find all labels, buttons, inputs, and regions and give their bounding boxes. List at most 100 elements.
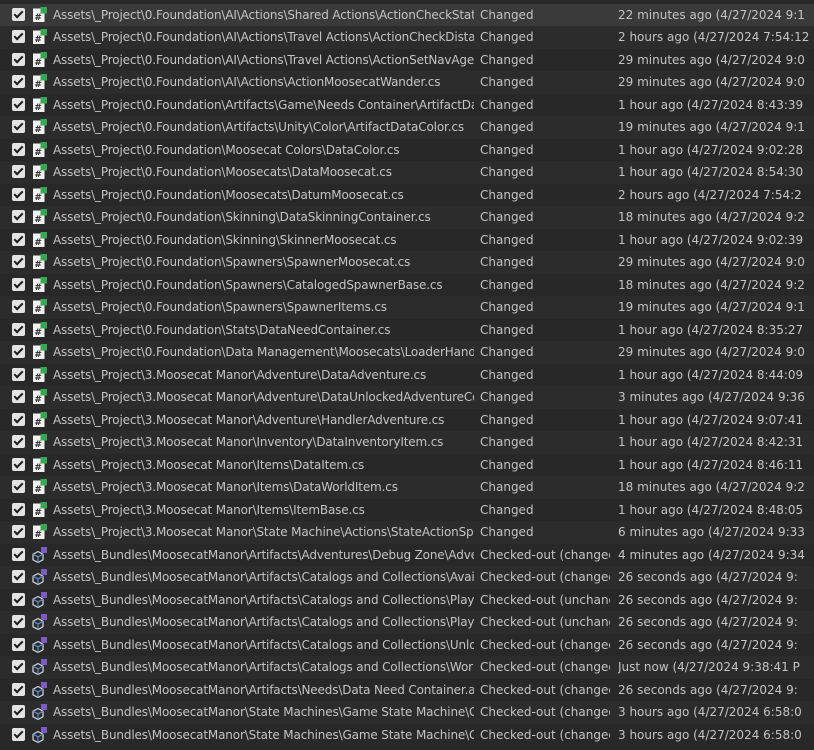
svg-text:#: # xyxy=(34,305,42,315)
include-checkbox[interactable] xyxy=(12,7,25,21)
file-path: Assets\_Project\0.Foundation\AI\Actions\… xyxy=(53,52,474,67)
change-row[interactable]: Assets\_Bundles\MoosecatManor\State Mach… xyxy=(0,724,814,747)
change-row[interactable]: # Assets\_Project\3.Moosecat Manor\Advent… xyxy=(0,364,814,387)
script-icon-graphic: # xyxy=(33,411,47,428)
change-row[interactable]: # Assets\_Project\3.Moosecat Manor\Invent… xyxy=(0,431,814,454)
include-checkbox[interactable] xyxy=(12,390,25,403)
svg-text:#: # xyxy=(34,283,42,293)
include-checkbox[interactable] xyxy=(12,570,25,583)
change-row[interactable]: # Assets\_Project\0.Foundation\Stats\Data… xyxy=(0,319,814,342)
script-icon: # xyxy=(31,434,47,450)
change-row[interactable]: # Assets\_Project\0.Foundation\Spawners\C… xyxy=(0,274,814,297)
change-row[interactable]: # Assets\_Project\3.Moosecat Manor\State … xyxy=(0,521,814,544)
script-icon: # xyxy=(31,366,47,383)
change-row[interactable]: # Assets\_Project\0.Foundation\Spawners\S… xyxy=(0,251,814,274)
include-checkbox[interactable] xyxy=(12,52,25,66)
asset-icon xyxy=(31,704,47,720)
include-checkbox[interactable] xyxy=(12,435,25,448)
change-row[interactable]: # Assets\_Project\3.Moosecat Manor\Items\… xyxy=(0,476,814,499)
change-row[interactable]: # Assets\_Project\0.Foundation\AI\Actions… xyxy=(0,3,814,26)
file-path: Assets\_Bundles\MoosecatManor\Artifacts\… xyxy=(53,570,474,584)
change-row[interactable]: Assets\_Bundles\MoosecatManor\Artifacts\… xyxy=(0,679,814,702)
date-modified: 1 hour ago (4/27/2024 8:35:27 xyxy=(618,322,804,337)
change-row[interactable]: # Assets\_Project\0.Foundation\Skinning\D… xyxy=(0,206,814,229)
script-icon-graphic: # xyxy=(33,276,47,293)
file-path: Assets\_Project\0.Foundation\AI\Actions\… xyxy=(53,30,474,44)
include-checkbox[interactable] xyxy=(12,367,25,381)
include-checkbox[interactable] xyxy=(12,232,25,246)
change-row[interactable]: # Assets\_Project\0.Foundation\AI\Actions… xyxy=(0,71,814,94)
include-checkbox[interactable] xyxy=(12,75,25,88)
script-icon-graphic: # xyxy=(33,434,47,450)
change-row[interactable]: # Assets\_Project\0.Foundation\Spawners\S… xyxy=(0,296,814,319)
svg-text:#: # xyxy=(34,440,42,450)
change-row[interactable]: Assets\_Bundles\MoosecatManor\Artifacts\… xyxy=(0,656,814,679)
include-checkbox[interactable] xyxy=(12,705,25,718)
include-checkbox[interactable] xyxy=(12,300,25,313)
change-row[interactable]: # Assets\_Project\0.Foundation\Moosecats\… xyxy=(0,161,814,184)
include-checkbox[interactable] xyxy=(12,480,25,493)
file-path: Assets\_Project\0.Foundation\Skinning\Sk… xyxy=(53,232,397,247)
change-row[interactable]: # Assets\_Project\0.Foundation\Artifacts\… xyxy=(0,116,814,139)
change-status: Checked-out (changed) xyxy=(480,637,610,652)
include-checkbox[interactable] xyxy=(12,120,25,133)
include-checkbox[interactable] xyxy=(12,660,25,673)
change-row[interactable]: # Assets\_Project\3.Moosecat Manor\Items\… xyxy=(0,454,814,477)
asset-icon-graphic xyxy=(32,636,47,653)
include-checkbox[interactable] xyxy=(12,97,25,111)
asset-icon xyxy=(31,546,47,563)
svg-text:#: # xyxy=(34,148,42,158)
include-checkbox[interactable] xyxy=(12,187,25,201)
include-checkbox[interactable] xyxy=(12,525,25,538)
change-row[interactable]: # Assets\_Project\0.Foundation\Moosecats\… xyxy=(0,184,814,207)
include-checkbox[interactable] xyxy=(12,30,25,43)
date-modified: 1 hour ago (4/27/2024 8:54:30 xyxy=(618,165,804,179)
include-checkbox[interactable] xyxy=(12,592,25,606)
change-row[interactable]: # Assets\_Project\0.Foundation\Data Manag… xyxy=(0,341,814,364)
include-checkbox[interactable] xyxy=(12,277,25,291)
date-modified: 18 minutes ago (4/27/2024 9:2 xyxy=(618,277,805,292)
script-icon: # xyxy=(31,389,47,405)
asset-icon xyxy=(31,681,47,698)
change-status: Checked-out (unchange xyxy=(480,615,610,629)
include-checkbox[interactable] xyxy=(12,615,25,628)
date-modified: 4 minutes ago (4/27/2024 9:34 xyxy=(618,547,805,562)
change-row[interactable]: Assets\_Bundles\MoosecatManor\Artifacts\… xyxy=(0,566,814,589)
pending-changes-list[interactable]: # Assets\_Project\0.Foundation\AI\Actions… xyxy=(0,0,814,750)
change-row[interactable]: Assets\_Bundles\MoosecatManor\State Mach… xyxy=(0,701,814,724)
change-row[interactable]: Assets\_Bundles\MoosecatManor\Artifacts\… xyxy=(0,634,814,657)
include-checkbox[interactable] xyxy=(12,637,25,651)
change-row[interactable]: Assets\_Bundles\MoosecatManor\Artifacts\… xyxy=(0,544,814,567)
script-icon-graphic: # xyxy=(33,209,47,225)
script-icon: # xyxy=(31,299,47,315)
include-checkbox[interactable] xyxy=(12,727,25,741)
svg-text:#: # xyxy=(34,215,42,225)
change-row[interactable]: # Assets\_Project\0.Foundation\AI\Actions… xyxy=(0,26,814,49)
include-checkbox[interactable] xyxy=(12,255,25,268)
file-path: Assets\_Project\0.Foundation\Artifacts\G… xyxy=(53,97,474,112)
include-checkbox[interactable] xyxy=(12,322,25,336)
include-checkbox[interactable] xyxy=(12,142,25,156)
change-row[interactable]: Assets\_Bundles\MoosecatManor\Artifacts\… xyxy=(0,589,814,612)
date-modified: 6 minutes ago (4/27/2024 9:33 xyxy=(618,525,805,539)
include-checkbox[interactable] xyxy=(12,412,25,426)
change-row[interactable]: # Assets\_Project\0.Foundation\Artifacts\… xyxy=(0,94,814,117)
include-checkbox[interactable] xyxy=(12,345,25,358)
change-row[interactable]: Assets\_Bundles\MoosecatManor\Artifacts\… xyxy=(0,611,814,634)
include-checkbox[interactable] xyxy=(12,165,25,178)
change-row[interactable]: # Assets\_Project\0.Foundation\Skinning\S… xyxy=(0,229,814,252)
svg-text:#: # xyxy=(34,170,42,180)
change-row[interactable]: # Assets\_Project\0.Foundation\Moosecat C… xyxy=(0,139,814,162)
change-row[interactable]: # Assets\_Project\3.Moosecat Manor\Items\… xyxy=(0,499,814,522)
change-row[interactable]: # Assets\_Project\0.Foundation\AI\Actions… xyxy=(0,49,814,72)
include-checkbox[interactable] xyxy=(12,502,25,516)
include-checkbox[interactable] xyxy=(12,547,25,561)
include-checkbox[interactable] xyxy=(12,682,25,696)
include-checkbox[interactable] xyxy=(12,210,25,223)
change-status: Changed xyxy=(480,30,534,44)
change-row[interactable]: # Assets\_Project\3.Moosecat Manor\Advent… xyxy=(0,409,814,432)
change-status: Changed xyxy=(480,525,534,539)
change-status: Checked-out (unchange xyxy=(480,592,610,607)
include-checkbox[interactable] xyxy=(12,457,25,471)
change-row[interactable]: # Assets\_Project\3.Moosecat Manor\Advent… xyxy=(0,386,814,409)
